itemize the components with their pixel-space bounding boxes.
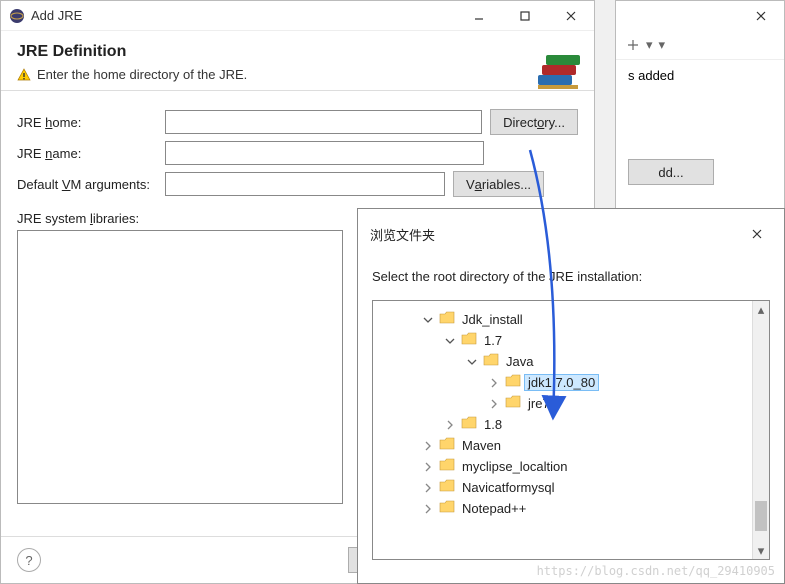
scrollbar-vertical[interactable]: ▴ ▾ [752,301,769,559]
folder-tree[interactable]: Jdk_install 1.7 Java jdk1.7.0_80 jre7 1.8 Mave… [372,300,770,560]
system-libraries-list[interactable] [17,230,343,504]
scroll-up-icon[interactable]: ▴ [753,301,769,318]
tree-item[interactable]: Jdk_install [377,309,765,330]
close-button[interactable] [548,1,594,31]
chevron-right-icon[interactable] [443,418,457,432]
header-subtitle: Enter the home directory of the JRE. [37,67,247,82]
folder-icon [505,374,521,391]
tree-item[interactable]: Notepad++ [377,498,765,519]
tree-item-label: Jdk_install [459,312,526,327]
dialog-header: JRE Definition Enter the home directory … [1,31,594,90]
tree-item[interactable]: 1.7 [377,330,765,351]
collapse-icon[interactable] [626,38,640,52]
scroll-down-icon[interactable]: ▾ [753,542,769,559]
folder-icon [439,311,455,328]
default-vm-label: Default VM arguments: [17,177,157,192]
tree-item-label: Navicatformysql [459,480,557,495]
folder-icon [505,395,521,412]
chevron-right-icon[interactable] [421,502,435,516]
chevron-right-icon[interactable] [487,376,501,390]
tree-item-label: Maven [459,438,504,453]
help-button[interactable]: ? [17,548,41,572]
behind-dd-button[interactable]: dd... [628,159,714,185]
books-icon [534,55,584,99]
folder-icon [461,416,477,433]
eclipse-icon [9,8,25,24]
window-title: Add JRE [31,8,456,23]
warning-icon [17,68,31,82]
folder-icon [483,353,499,370]
directory-button[interactable]: Directory... [490,109,578,135]
chevron-right-icon[interactable] [487,397,501,411]
folder-icon [439,479,455,496]
folder-icon [439,500,455,517]
close-icon[interactable] [738,1,784,31]
tree-item[interactable]: Navicatformysql [377,477,765,498]
default-vm-input[interactable] [165,172,445,196]
form-area: JRE home: Directory... JRE name: Default… [1,101,594,211]
folder-icon [439,437,455,454]
folder-icon [439,458,455,475]
variables-button[interactable]: Variables... [453,171,544,197]
tree-item-label: jre7 [525,396,553,411]
tree-item[interactable]: jre7 [377,393,765,414]
tree-item[interactable]: myclipse_localtion [377,456,765,477]
chevron-right-icon[interactable] [421,439,435,453]
jre-name-label: JRE name: [17,146,157,161]
chevron-down-icon[interactable] [443,334,457,348]
browse-close-button[interactable] [742,219,772,249]
tree-item-label: Notepad++ [459,501,529,516]
tree-item-label: jdk1.7.0_80 [525,375,598,390]
browse-instruction: Select the root directory of the JRE ins… [358,259,784,290]
tree-item[interactable]: jdk1.7.0_80 [377,372,765,393]
chevron-right-icon[interactable] [421,460,435,474]
scroll-thumb[interactable] [755,501,767,531]
chevron-down-icon[interactable] [421,313,435,327]
background-panel: ▾ ▾ s added dd... [615,0,785,210]
folder-icon [461,332,477,349]
jre-home-label: JRE home: [17,115,157,130]
header-title: JRE Definition [17,43,578,61]
tree-item-label: Java [503,354,536,369]
browse-title: 浏览文件夹 [370,225,435,244]
jre-name-input[interactable] [165,141,484,165]
maximize-button[interactable] [502,1,548,31]
tree-item[interactable]: Maven [377,435,765,456]
browse-folder-dialog: 浏览文件夹 Select the root directory of the J… [357,208,785,584]
tree-item[interactable]: Java [377,351,765,372]
tree-item[interactable]: 1.8 [377,414,765,435]
minimize-button[interactable] [456,1,502,31]
added-text: s added [628,68,772,83]
jre-home-input[interactable] [165,110,482,134]
tree-item-label: 1.8 [481,417,505,432]
titlebar: Add JRE [1,1,594,31]
tree-item-label: myclipse_localtion [459,459,571,474]
chevron-right-icon[interactable] [421,481,435,495]
chevron-down-icon[interactable] [465,355,479,369]
tree-item-label: 1.7 [481,333,505,348]
